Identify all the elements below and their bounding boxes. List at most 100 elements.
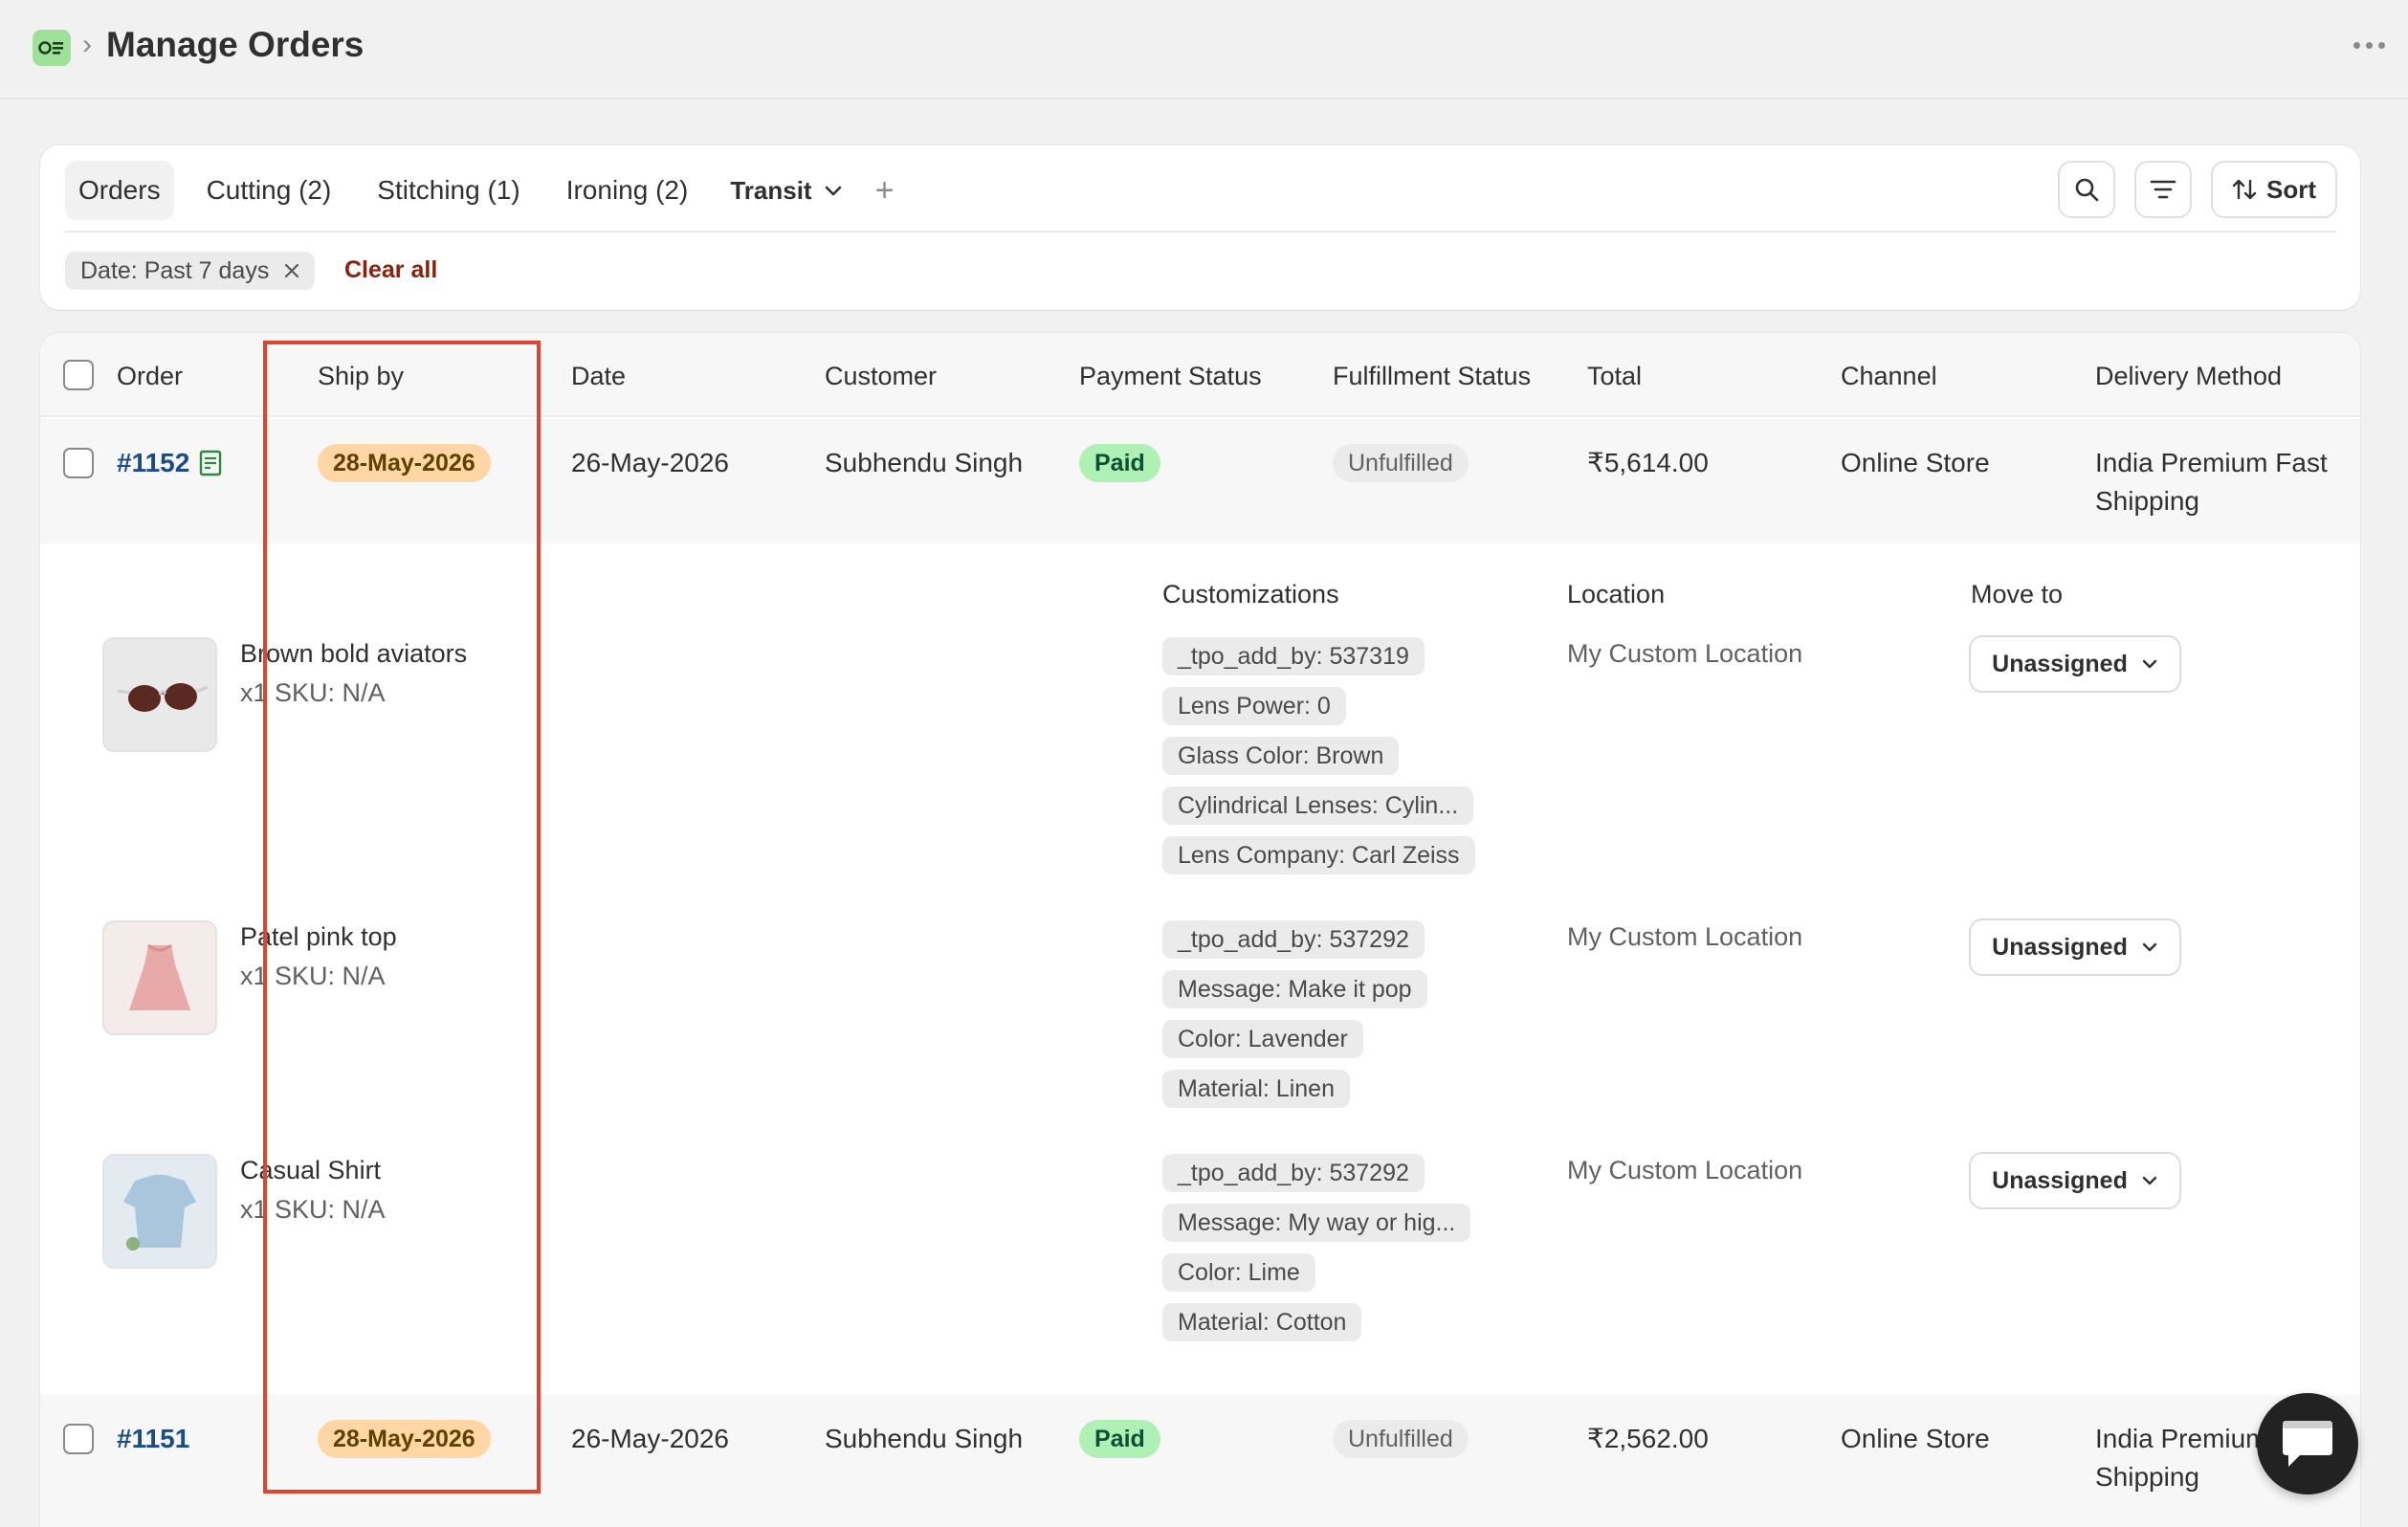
orders-app-icon[interactable]: [33, 30, 71, 66]
location-header: Location: [1567, 580, 1666, 609]
customization-tag: Material: Cotton: [1162, 1303, 1362, 1341]
delivery-method: India Premium Shipping: [2095, 1420, 2268, 1496]
line-item-sku: x1 SKU: N/A: [240, 962, 386, 990]
chat-button[interactable]: [2257, 1393, 2358, 1494]
customizations-header: Customizations: [1162, 580, 1339, 609]
tab-ironing[interactable]: Ironing (2): [553, 161, 702, 220]
move-to-select[interactable]: Unassigned: [1971, 1154, 2179, 1207]
order-date: 26-May-2026: [571, 448, 729, 477]
customization-tag: Color: Lavender: [1162, 1020, 1363, 1058]
tab-cutting[interactable]: Cutting (2): [193, 161, 345, 220]
column-header-customer[interactable]: Customer: [825, 362, 937, 391]
customization-tag: Glass Color: Brown: [1162, 737, 1400, 775]
customization-tag: _tpo_add_by: 537292: [1162, 920, 1425, 959]
column-header-delivery-method[interactable]: Delivery Method: [2095, 362, 2282, 391]
move-to-value: Unassigned: [1992, 933, 2128, 961]
line-item-location: My Custom Location: [1567, 639, 1803, 668]
tab-stitching[interactable]: Stitching (1): [364, 161, 533, 220]
row-checkbox[interactable]: [63, 1424, 94, 1454]
ship-by-badge: 28-May-2026: [318, 444, 491, 482]
product-thumbnail[interactable]: [102, 1154, 217, 1269]
add-view-icon[interactable]: +: [875, 172, 895, 210]
customization-tag: Color: Lime: [1162, 1253, 1315, 1292]
column-header-ship-by[interactable]: Ship by: [318, 362, 404, 391]
order-link[interactable]: #1151: [117, 1420, 189, 1458]
fulfillment-status-badge: Unfulfilled: [1333, 444, 1469, 482]
column-header-date[interactable]: Date: [571, 362, 626, 391]
column-header-channel[interactable]: Channel: [1841, 362, 1937, 391]
line-item-name: Casual Shirt: [240, 1156, 382, 1184]
chevron-down-icon: [2142, 1176, 2157, 1185]
sales-channel: Online Store: [1841, 448, 1990, 477]
customer-name: Subhendu Singh: [825, 448, 1024, 477]
column-header-fulfillment-status[interactable]: Fulfillment Status: [1333, 362, 1531, 391]
divider: [65, 231, 2335, 232]
row-checkbox[interactable]: [63, 448, 94, 478]
product-thumbnail[interactable]: [102, 920, 217, 1035]
delivery-method-line: Shipping: [2095, 1462, 2199, 1492]
customization-tag: Lens Power: 0: [1162, 687, 1346, 725]
filter-lines-icon: [2150, 180, 2176, 199]
chevron-down-icon: [2142, 942, 2157, 952]
more-horizontal-icon[interactable]: [2353, 42, 2385, 49]
customization-tag: Material: Linen: [1162, 1070, 1350, 1108]
aviator-sunglasses-image: [104, 639, 215, 750]
search-button[interactable]: [2060, 163, 2113, 216]
search-icon: [2075, 178, 2099, 202]
clear-all-link[interactable]: Clear all: [344, 256, 437, 284]
customization-tag: _tpo_add_by: 537292: [1162, 1154, 1425, 1192]
delivery-method: India Premium Fast Shipping: [2095, 444, 2328, 520]
casual-shirt-image: [104, 1156, 215, 1267]
close-icon[interactable]: [284, 263, 299, 278]
order-total: ₹5,614.00: [1587, 448, 1709, 477]
delivery-method-line: India Premium Fast: [2095, 448, 2328, 477]
delivery-method-line: Shipping: [2095, 486, 2199, 516]
sort-label: Sort: [2266, 174, 2316, 204]
view-tabs: Orders Cutting (2) Stitching (1) Ironing…: [65, 161, 894, 220]
move-to-header: Move to: [1971, 580, 2064, 609]
customization-tag: _tpo_add_by: 537319: [1162, 637, 1425, 675]
column-header-total[interactable]: Total: [1587, 362, 1642, 391]
line-item-name: Brown bold aviators: [240, 639, 468, 668]
tab-orders[interactable]: Orders: [65, 161, 174, 220]
sort-arrows-icon: [2232, 179, 2257, 200]
order-date: 26-May-2026: [571, 1424, 729, 1453]
tab-transit[interactable]: Transit: [730, 176, 842, 206]
customization-tag: Message: My way or hig...: [1162, 1204, 1471, 1242]
order-id: #1152: [117, 448, 190, 477]
page-title: Manage Orders: [106, 25, 365, 64]
sort-button[interactable]: Sort: [2213, 163, 2335, 216]
tab-transit-label: Transit: [730, 175, 812, 205]
customization-tag: Message: Make it pop: [1162, 970, 1427, 1008]
fulfillment-status-badge: Unfulfilled: [1333, 1420, 1469, 1458]
column-header-order[interactable]: Order: [117, 362, 183, 391]
chevron-down-icon: [2142, 659, 2157, 669]
table-header: Order Ship by Date Customer Payment Stat…: [40, 333, 2360, 417]
column-header-payment-status[interactable]: Payment Status: [1079, 362, 1262, 391]
select-all-checkbox[interactable]: [63, 360, 94, 390]
customization-tag: Lens Company: Carl Zeiss: [1162, 836, 1475, 874]
move-to-select[interactable]: Unassigned: [1971, 920, 2179, 974]
table-row[interactable]: #1152 28-May-2026 26-May-2026 Subhendu S…: [40, 419, 2360, 543]
chat-icon: [2283, 1421, 2332, 1467]
filter-chip-date[interactable]: Date: Past 7 days: [65, 252, 316, 290]
orders-table: Order Ship by Date Customer Payment Stat…: [40, 333, 2360, 1527]
views-card: Orders Cutting (2) Stitching (1) Ironing…: [40, 145, 2360, 310]
move-to-value: Unassigned: [1992, 1166, 2128, 1194]
table-row[interactable]: #1151 28-May-2026 26-May-2026 Subhendu S…: [40, 1395, 2360, 1527]
move-to-select[interactable]: Unassigned: [1971, 637, 2179, 691]
line-item-location: My Custom Location: [1567, 922, 1803, 951]
pink-top-image: [104, 922, 215, 1033]
product-thumbnail[interactable]: [102, 637, 217, 752]
line-item-location: My Custom Location: [1567, 1156, 1803, 1184]
order-link[interactable]: #1152: [117, 444, 222, 482]
move-to-value: Unassigned: [1992, 650, 2128, 677]
line-item-sku: x1 SKU: N/A: [240, 1195, 386, 1224]
ship-by-badge: 28-May-2026: [318, 1420, 491, 1458]
payment-status-badge: Paid: [1079, 444, 1160, 482]
order-total: ₹2,562.00: [1587, 1424, 1709, 1453]
payment-status-badge: Paid: [1079, 1420, 1160, 1458]
filter-button[interactable]: [2136, 163, 2190, 216]
customization-tag: Cylindrical Lenses: Cylin...: [1162, 786, 1474, 825]
breadcrumb-chevron-icon: ›: [82, 29, 92, 60]
